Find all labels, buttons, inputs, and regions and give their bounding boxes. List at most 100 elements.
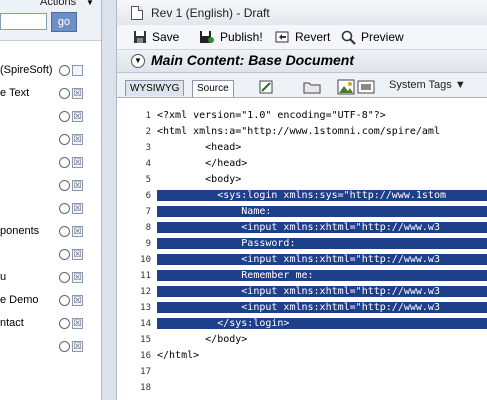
chevron-down-icon[interactable]: ▼ <box>86 0 94 7</box>
tree-row[interactable]: (SpireSoft) <box>0 62 101 80</box>
tree-row[interactable]: u ☒ <box>0 269 101 287</box>
line-number: 18 <box>140 383 151 393</box>
edit-icon[interactable] <box>257 79 275 95</box>
selected-code-text[interactable]: Remember me: <box>157 270 487 281</box>
content-title: Main Content: Base Document <box>151 52 355 68</box>
tree-row[interactable]: e Text ☒ <box>0 85 101 103</box>
checkbox[interactable]: ☒ <box>72 249 83 260</box>
tree-row[interactable]: ☒ <box>0 246 101 264</box>
code-line[interactable]: <sys:login xmlns:sys="http://www.1stom <box>157 190 487 201</box>
radio-button[interactable] <box>59 272 70 283</box>
tree-row[interactable]: ☒ <box>0 131 101 149</box>
radio-button[interactable] <box>59 203 70 214</box>
radio-button[interactable] <box>59 65 70 76</box>
checkbox[interactable]: ☒ <box>72 295 83 306</box>
tab-wysiwyg[interactable]: WYSIWYG <box>125 80 185 96</box>
tree-row-label: e Demo <box>0 294 39 306</box>
tree-row[interactable]: ☒ <box>0 108 101 126</box>
collapse-icon[interactable]: ▼ <box>131 54 145 68</box>
code-line[interactable]: <input xmlns:xhtml="http://www.w3 <box>157 302 487 313</box>
code-line[interactable]: <input xmlns:xhtml="http://www.w3 <box>157 254 487 265</box>
line-number: 8 <box>145 223 151 233</box>
tree-row[interactable]: e Demo ☒ <box>0 292 101 310</box>
selected-code-text[interactable]: Password: <box>157 238 487 249</box>
publish-icon <box>200 31 214 43</box>
selected-code-text[interactable]: <input xmlns:xhtml="http://www.w3 <box>157 254 487 265</box>
code-line[interactable]: <input xmlns:xhtml="http://www.w3 <box>157 286 487 297</box>
selected-code-text[interactable]: <input xmlns:xhtml="http://www.w3 <box>157 286 487 297</box>
checkbox[interactable]: ☒ <box>72 272 83 283</box>
radio-button[interactable] <box>59 111 70 122</box>
code-line[interactable]: Password: <box>157 238 487 249</box>
line-number: 7 <box>145 207 151 217</box>
tab-source[interactable]: Source <box>192 80 234 97</box>
code-line[interactable]: <body> <box>157 174 241 185</box>
search-input[interactable] <box>0 13 47 30</box>
code-line[interactable]: <head> <box>157 142 241 153</box>
code-line[interactable]: </html> <box>157 350 199 361</box>
code-line[interactable]: <html xmlns:a="http://www.1stomni.com/sp… <box>157 126 440 137</box>
line-number-gutter: 1 2 3 4 5 6 7 8 9 10 11 12 13 14 15 16 17 18 <box>131 98 153 400</box>
line-number: 9 <box>145 239 151 249</box>
source-editor[interactable]: 1 2 3 4 5 6 7 8 9 10 11 12 13 14 15 16 17 18 <?xml versio… <box>117 98 487 400</box>
radio-button[interactable] <box>59 318 70 329</box>
code-line[interactable]: Name: <box>157 206 487 217</box>
image-icon[interactable] <box>337 79 355 95</box>
code-line[interactable]: Remember me: <box>157 270 487 281</box>
radio-button[interactable] <box>59 226 70 237</box>
tree-row-label: (SpireSoft) <box>0 64 53 76</box>
checkbox[interactable]: ☒ <box>72 226 83 237</box>
radio-button[interactable] <box>59 295 70 306</box>
media-icon[interactable] <box>357 79 375 95</box>
panel-splitter[interactable] <box>101 0 117 400</box>
selected-code-text[interactable]: Name: <box>157 206 487 217</box>
window-title: Rev 1 (English) - Draft <box>151 6 270 20</box>
checkbox[interactable]: ☒ <box>72 180 83 191</box>
tree-row-label: e Text <box>0 87 30 99</box>
checkbox[interactable]: ☒ <box>72 318 83 329</box>
revert-icon <box>275 31 289 43</box>
radio-button[interactable] <box>59 157 70 168</box>
checkbox[interactable]: ☒ <box>72 203 83 214</box>
tree-row[interactable]: ☒ <box>0 200 101 218</box>
selected-code-text[interactable]: </sys:login> <box>157 318 487 329</box>
left-panel: Actions ▼ go (SpireSoft) e Text ☒ ☒ ☒ ☒ ☒ ☒ pone… <box>0 0 101 400</box>
radio-button[interactable] <box>59 134 70 145</box>
selected-code-text[interactable]: <input xmlns:xhtml="http://www.w3 <box>157 222 487 233</box>
checkbox[interactable]: ☒ <box>72 134 83 145</box>
system-tags-label: System Tags <box>389 79 452 91</box>
checkbox[interactable]: ☒ <box>72 88 83 99</box>
go-button[interactable]: go <box>51 12 77 32</box>
selected-code-text[interactable]: <sys:login xmlns:sys="http://www.1stom <box>157 190 487 201</box>
code-line[interactable]: </body> <box>157 334 247 345</box>
tree-row[interactable]: ☒ <box>0 177 101 195</box>
save-button[interactable]: Save <box>133 29 179 45</box>
system-tags-dropdown[interactable]: System Tags ▼ <box>389 79 466 91</box>
selected-code-text[interactable]: <input xmlns:xhtml="http://www.w3 <box>157 302 487 313</box>
checkbox[interactable]: ☒ <box>72 111 83 122</box>
left-panel-header: Actions ▼ go <box>0 0 101 41</box>
radio-button[interactable] <box>59 341 70 352</box>
code-line[interactable]: <input xmlns:xhtml="http://www.w3 <box>157 222 487 233</box>
radio-button[interactable] <box>59 180 70 191</box>
tree-row[interactable]: ntact ☒ <box>0 315 101 333</box>
tree-row[interactable]: ☒ <box>0 154 101 172</box>
code-line[interactable]: <?xml version="1.0" encoding="UTF-8"?> <box>157 110 386 121</box>
line-number: 13 <box>140 303 151 313</box>
checkbox[interactable] <box>72 65 83 76</box>
radio-button[interactable] <box>59 249 70 260</box>
radio-button[interactable] <box>59 88 70 99</box>
checkbox[interactable]: ☒ <box>72 341 83 352</box>
checkbox[interactable]: ☒ <box>72 157 83 168</box>
line-number: 6 <box>145 191 151 201</box>
tree-row[interactable]: ponents ☒ <box>0 223 101 241</box>
code-line[interactable]: </head> <box>157 158 247 169</box>
revert-button[interactable]: Revert <box>275 29 330 45</box>
code-line[interactable]: </sys:login> <box>157 318 487 329</box>
line-number: 15 <box>140 335 151 345</box>
preview-button[interactable]: Preview <box>341 29 404 45</box>
folder-icon[interactable] <box>303 79 321 95</box>
publish-button[interactable]: Publish! <box>199 29 263 45</box>
tree-row[interactable]: ☒ <box>0 338 101 356</box>
actions-menu[interactable]: Actions <box>40 0 76 8</box>
